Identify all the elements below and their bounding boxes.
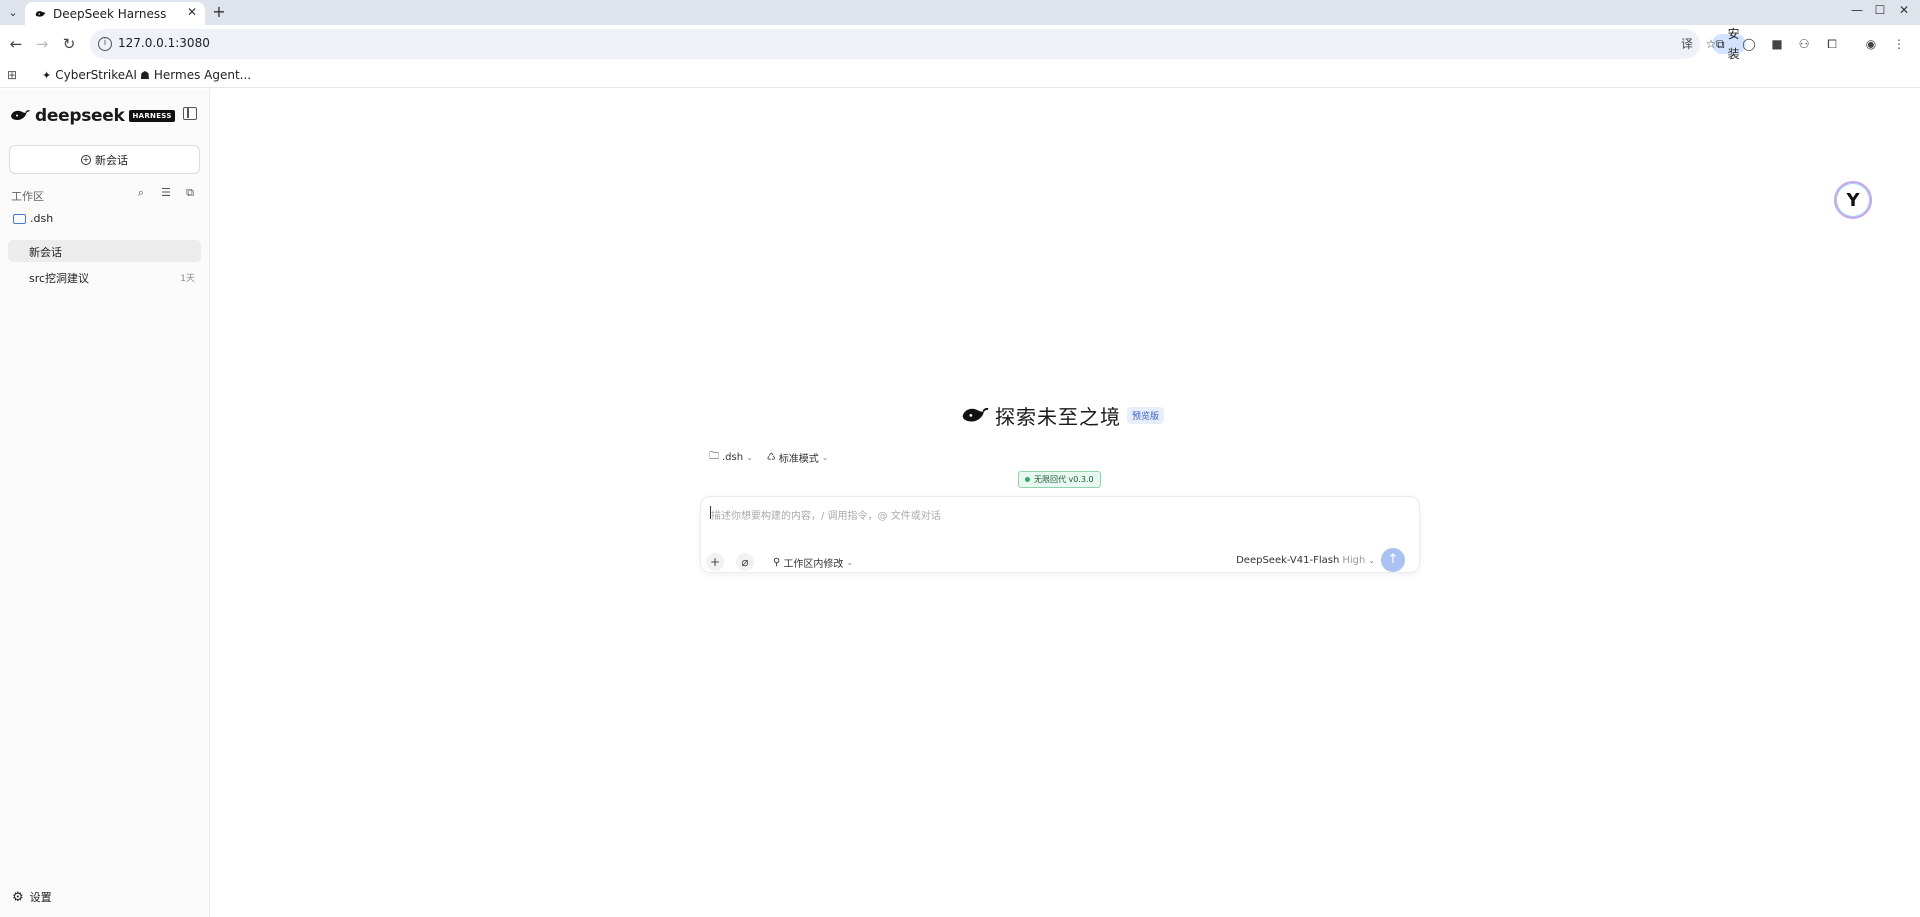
apps-grid-icon[interactable]: ⊞: [7, 68, 21, 82]
address-bar[interactable]: i 127.0.0.1:3080 ⧉ 安装 译 ☆: [90, 27, 1746, 61]
brand-badge: HARNESS: [129, 110, 175, 122]
workspace-folder[interactable]: .dsh: [13, 212, 53, 225]
extensions-puzzle-icon[interactable]: ⧠: [1823, 35, 1841, 53]
composer-input[interactable]: 描述你想要构建的内容，/ 调用指令，@ 文件或对话: [711, 507, 941, 522]
mode-selector[interactable]: ♺ 标准模式 ⌄: [767, 449, 829, 466]
model-selector[interactable]: DeepSeek-V41-Flash High ⌄: [1236, 555, 1375, 566]
whale-logo-icon: [11, 110, 30, 120]
status-dot-icon: [1025, 477, 1030, 482]
folder-icon: 🗀: [709, 451, 719, 462]
hero-title: 探索未至之境: [995, 405, 1121, 429]
minimize-icon[interactable]: —: [1849, 3, 1865, 17]
bookmark-star-icon[interactable]: ☆: [1702, 35, 1720, 53]
send-button[interactable]: ↑: [1381, 548, 1405, 572]
tab-close-icon[interactable]: ✕: [187, 5, 197, 19]
version-label: 无限回代 v0.3.0: [1034, 475, 1094, 484]
preview-badge: 预览版: [1127, 407, 1165, 424]
url-text: 127.0.0.1:3080: [118, 36, 210, 50]
brand-logo: deepseek HARNESS: [10, 106, 175, 126]
folder-selector[interactable]: 🗀 .dsh ⌄: [709, 449, 753, 466]
window-close-icon[interactable]: ✕: [1896, 3, 1912, 17]
extension-robot-icon[interactable]: ⚇: [1795, 35, 1813, 53]
workspace-edit-label: 工作区内修改: [783, 559, 844, 570]
model-name: DeepSeek-V41-Flash: [1236, 555, 1340, 566]
browser-toolbar: ← → ↻ i 127.0.0.1:3080 ⧉ 安装 译 ☆ ◯ ■ ⚇ ⧠ …: [0, 25, 1920, 63]
folder-name: .dsh: [30, 212, 54, 225]
translate-icon[interactable]: 译: [1678, 35, 1696, 53]
new-folder-icon[interactable]: ⧉: [183, 186, 197, 200]
hero-heading: 探索未至之境 预览版: [961, 401, 1165, 430]
conversation-item[interactable]: src挖洞建议 1天: [8, 266, 201, 288]
bookmark-bird-icon: ✦: [42, 68, 52, 82]
version-pill: 无限回代 v0.3.0: [1018, 471, 1101, 488]
extension-circle-icon[interactable]: ◯: [1740, 35, 1758, 53]
new-chat-label: 新会话: [95, 153, 128, 167]
brand-name: deepseek: [35, 106, 125, 126]
install-label: 安装: [1727, 27, 1740, 61]
back-arrow-icon[interactable]: ←: [7, 35, 25, 53]
conversation-age: 1天: [180, 274, 195, 284]
settings-button[interactable]: ⚙ 设置: [12, 889, 52, 905]
edit-scope-icon: ⚲: [773, 557, 781, 568]
deepseek-favicon-icon: [35, 11, 46, 17]
chevron-down-icon: ⌄: [1368, 556, 1375, 565]
conversation-item[interactable]: 新会话: [8, 240, 201, 262]
browser-tabbar: ⌄ DeepSeek Harness ✕ + — ☐ ✕: [0, 0, 1920, 25]
maximize-icon[interactable]: ☐: [1872, 3, 1888, 17]
conversation-label: 新会话: [29, 246, 62, 259]
workspace-label: 工作区: [11, 190, 44, 203]
profile-icon[interactable]: ◉: [1862, 35, 1880, 53]
folder-icon: [13, 213, 26, 224]
filter-sliders-icon[interactable]: ☰: [159, 186, 173, 200]
composer[interactable]: 描述你想要构建的内容，/ 调用指令，@ 文件或对话 + ⌀ ⚲ 工作区内修改 ⌄…: [700, 496, 1420, 573]
bookmark-hermes-icon: ☗: [140, 68, 150, 82]
main-area: Y 探索未至之境 预览版 🗀 .dsh ⌄ ♺ 标准模式 ⌄ 无限回代 v0.3…: [211, 89, 1920, 917]
tab-title: DeepSeek Harness: [53, 7, 167, 21]
recycle-mode-icon: ♺: [766, 452, 776, 463]
model-level: High: [1342, 555, 1366, 566]
sidebar-collapse-icon[interactable]: [183, 107, 197, 120]
search-icon[interactable]: ⌕: [134, 186, 148, 200]
plus-circle-icon: +: [81, 154, 91, 165]
workspace-edit-selector[interactable]: ⚲ 工作区内修改 ⌄: [773, 555, 853, 570]
browser-menu-icon[interactable]: ⋮: [1890, 35, 1908, 53]
settings-label: 设置: [29, 891, 52, 904]
folder-selector-label: .dsh: [722, 452, 744, 463]
assistant-avatar-icon[interactable]: Y: [1834, 181, 1872, 219]
bookmark-hermes-agent[interactable]: ☗ Hermes Agent...: [140, 68, 251, 82]
chevron-down-icon: ⌄: [846, 558, 854, 567]
attach-paperclip-icon[interactable]: ⌀: [736, 553, 754, 571]
gear-icon: ⚙: [12, 889, 24, 905]
mode-selector-label: 标准模式: [778, 454, 819, 465]
chevron-down-icon: ⌄: [746, 453, 753, 462]
add-plus-button[interactable]: +: [706, 553, 724, 571]
bookmarks-bar: ⊞ ✦ CyberStrikeAI ☗ Hermes Agent...: [0, 63, 1920, 88]
composer-selectors: 🗀 .dsh ⌄ ♺ 标准模式 ⌄: [709, 449, 828, 466]
tab-search-chevron-icon[interactable]: ⌄: [4, 4, 22, 22]
bookmark-label: CyberStrikeAI: [55, 68, 137, 82]
new-tab-plus-icon[interactable]: +: [210, 2, 228, 22]
new-chat-button[interactable]: + 新会话: [9, 145, 200, 174]
site-info-icon[interactable]: i: [98, 37, 112, 51]
whale-logo-icon: [962, 407, 989, 421]
sidebar: deepseek HARNESS + 新会话 工作区 ⌕ ☰ ⧉ .dsh 新会…: [0, 89, 210, 917]
bookmark-label: Hermes Agent...: [153, 68, 252, 82]
extension-square-icon[interactable]: ■: [1768, 35, 1786, 53]
bookmark-cyberstrikeai[interactable]: ✦ CyberStrikeAI: [42, 68, 137, 82]
chevron-down-icon: ⌄: [821, 453, 829, 462]
reload-icon[interactable]: ↻: [60, 35, 78, 53]
forward-arrow-icon[interactable]: →: [33, 35, 51, 53]
browser-tab[interactable]: DeepSeek Harness ✕: [25, 2, 205, 25]
conversation-label: src挖洞建议: [29, 272, 90, 285]
